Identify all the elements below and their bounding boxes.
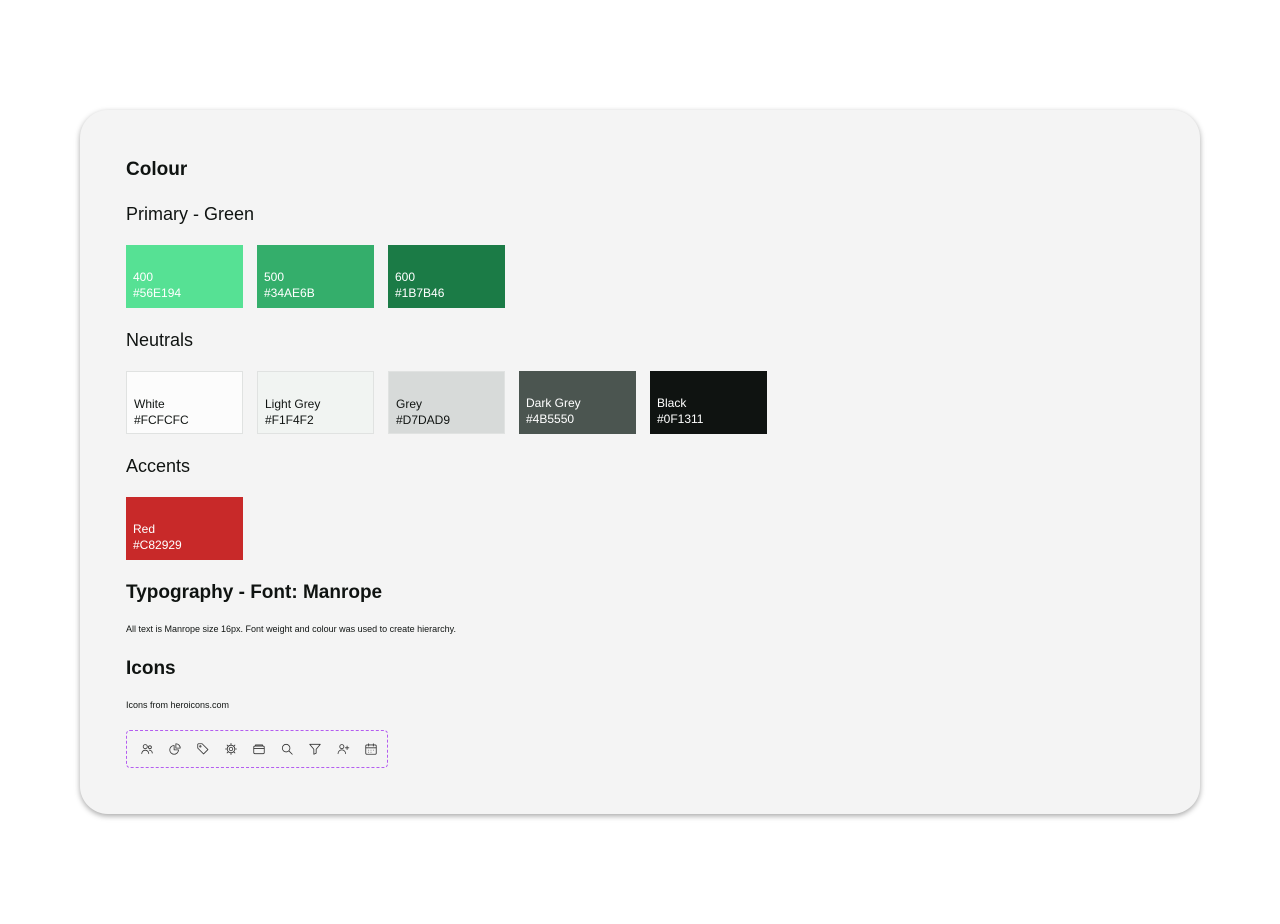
primary-heading: Primary - Green xyxy=(126,204,255,224)
swatch-hex: #D7DAD9 xyxy=(396,413,451,427)
user-plus-icon xyxy=(334,741,351,758)
swatch-light-grey: Light Grey #F1F4F2 xyxy=(257,371,374,434)
swatch-name: White xyxy=(134,397,165,411)
swatch-hex: #34AE6B xyxy=(264,286,315,300)
swatch-black: Black #0F1311 xyxy=(650,371,767,434)
swatch-grey: Grey #D7DAD9 xyxy=(388,371,505,434)
swatch-hex: #4B5550 xyxy=(526,412,575,426)
wallet-icon xyxy=(250,741,267,758)
chart-pie-icon xyxy=(166,741,183,758)
swatch-green-600: 600 #1B7B46 xyxy=(388,245,505,308)
colour-heading: Colour xyxy=(126,159,188,180)
cog-icon xyxy=(222,741,239,758)
swatch-hex: #1B7B46 xyxy=(395,286,445,300)
style-guide-card: Colour Primary - Green 400 #56E194 500 #… xyxy=(80,110,1200,814)
calendar-icon xyxy=(362,741,379,758)
swatch-hex: #FCFCFC xyxy=(134,413,189,427)
icon-set-box xyxy=(126,730,388,768)
primary-swatches: 400 #56E194 500 #34AE6B 600 #1B7B46 xyxy=(126,245,505,308)
swatch-name: 500 xyxy=(264,270,285,284)
swatch-name: Grey xyxy=(396,397,423,411)
swatch-hex: #0F1311 xyxy=(657,412,704,426)
swatch-green-400: 400 #56E194 xyxy=(126,245,243,308)
neutrals-heading: Neutrals xyxy=(126,330,194,350)
swatch-hex: #C82929 xyxy=(133,538,182,552)
tag-icon xyxy=(194,741,211,758)
swatch-name: 600 xyxy=(395,270,416,284)
swatch-white: White #FCFCFC xyxy=(126,371,243,434)
typography-note: All text is Manrope size 16px. Font weig… xyxy=(126,624,456,634)
swatch-name: Black xyxy=(657,396,687,410)
swatch-hex: #F1F4F2 xyxy=(265,413,314,427)
swatch-dark-grey: Dark Grey #4B5550 xyxy=(519,371,636,434)
swatch-name: Light Grey xyxy=(265,397,321,411)
typography-heading: Typography - Font: Manrope xyxy=(126,582,383,603)
swatch-red: Red #C82929 xyxy=(126,497,243,560)
swatch-hex: #56E194 xyxy=(133,286,182,300)
users-icon xyxy=(138,741,155,758)
funnel-icon xyxy=(306,741,323,758)
neutral-swatches: White #FCFCFC Light Grey #F1F4F2 Grey #D… xyxy=(126,371,767,434)
icons-note: Icons from heroicons.com xyxy=(126,700,230,710)
swatch-name: Red xyxy=(133,522,156,536)
icons-heading: Icons xyxy=(126,658,176,679)
search-icon xyxy=(278,741,295,758)
accent-swatches: Red #C82929 xyxy=(126,497,243,560)
swatch-name: Dark Grey xyxy=(526,396,581,410)
swatch-green-500: 500 #34AE6B xyxy=(257,245,374,308)
swatch-name: 400 xyxy=(133,270,154,284)
accents-heading: Accents xyxy=(126,456,191,476)
